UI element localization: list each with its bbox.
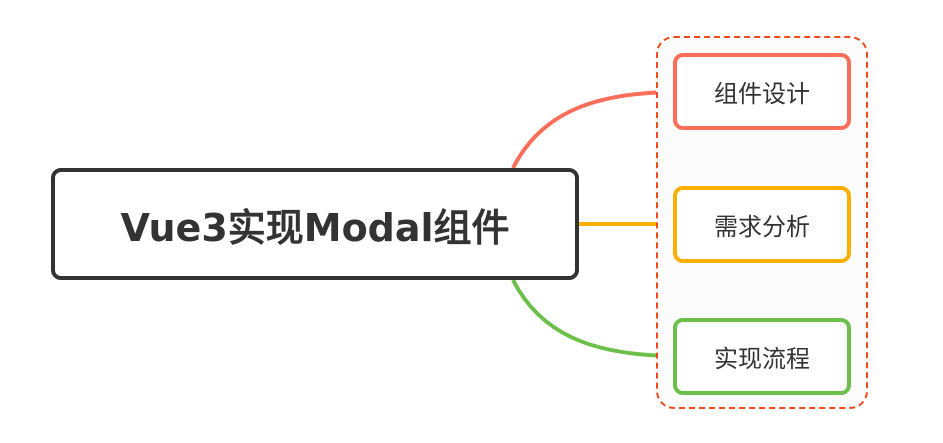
subtopic-implementation-flow[interactable]: 实现流程: [673, 318, 851, 395]
central-topic[interactable]: Vue3实现Modal组件: [51, 168, 579, 280]
connector-green: [511, 279, 674, 358]
connector-red: [511, 90, 674, 169]
subtopic-label: 实现流程: [714, 345, 810, 373]
subtopic-requirement-analysis[interactable]: 需求分析: [673, 186, 851, 263]
subtopic-label: 需求分析: [714, 213, 810, 241]
subtopic-component-design[interactable]: 组件设计: [673, 53, 851, 130]
subtopic-label: 组件设计: [714, 80, 810, 108]
central-topic-label: Vue3实现Modal组件: [120, 205, 510, 250]
